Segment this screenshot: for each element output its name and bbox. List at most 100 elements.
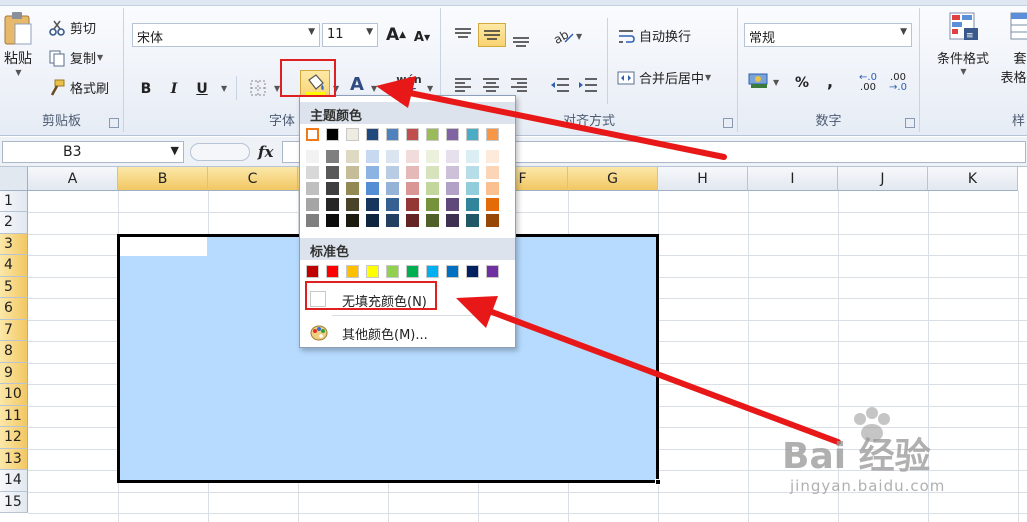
phonetic-dropdown-arrow[interactable]: ▼ bbox=[427, 84, 433, 93]
theme-shade-swatch[interactable] bbox=[426, 182, 439, 195]
font-name-dropdown-arrow[interactable]: ▼ bbox=[308, 27, 315, 37]
theme-shade-swatch[interactable] bbox=[386, 166, 399, 179]
standard-color-swatch[interactable] bbox=[326, 265, 339, 278]
theme-shade-swatch[interactable] bbox=[346, 150, 359, 163]
row-header-8[interactable]: 8 bbox=[0, 341, 28, 363]
name-box[interactable]: B3 ▼ bbox=[2, 141, 184, 163]
column-header-a[interactable]: A bbox=[28, 167, 118, 191]
row-header-14[interactable]: 14 bbox=[0, 470, 28, 492]
standard-color-swatch[interactable] bbox=[306, 265, 319, 278]
format-as-table-button[interactable]: 套 表格格 bbox=[1000, 10, 1027, 86]
theme-shade-swatch[interactable] bbox=[406, 182, 419, 195]
number-dialog-launcher[interactable]: . bbox=[905, 118, 915, 128]
theme-color-swatch[interactable] bbox=[426, 128, 439, 141]
border-icon[interactable] bbox=[249, 79, 267, 97]
theme-shade-swatch[interactable] bbox=[486, 214, 499, 227]
copy-dropdown-arrow[interactable]: ▼ bbox=[97, 53, 103, 62]
format-painter-button[interactable]: 格式刷 bbox=[48, 78, 109, 97]
wrap-text-button[interactable]: 自动换行 bbox=[617, 26, 691, 45]
theme-shade-swatch[interactable] bbox=[326, 198, 339, 211]
theme-shade-swatch[interactable] bbox=[306, 182, 319, 195]
theme-shade-swatch[interactable] bbox=[346, 182, 359, 195]
select-all-corner[interactable] bbox=[0, 167, 28, 191]
theme-color-swatch[interactable] bbox=[406, 128, 419, 141]
row-header-6[interactable]: 6 bbox=[0, 298, 28, 320]
row-header-3[interactable]: 3 bbox=[0, 234, 28, 255]
theme-color-swatch[interactable] bbox=[326, 128, 339, 141]
standard-color-swatch[interactable] bbox=[366, 265, 379, 278]
standard-color-swatch[interactable] bbox=[466, 265, 479, 278]
theme-shade-swatch[interactable] bbox=[466, 150, 479, 163]
theme-shade-swatch[interactable] bbox=[406, 150, 419, 163]
row-header-11[interactable]: 11 bbox=[0, 406, 28, 427]
theme-shade-swatch[interactable] bbox=[306, 150, 319, 163]
more-colors-menu-item[interactable]: 其他颜色(M)... bbox=[301, 319, 515, 345]
insert-function-button[interactable]: fx bbox=[258, 143, 273, 161]
name-box-dropdown-arrow[interactable]: ▼ bbox=[171, 144, 179, 157]
theme-shade-swatch[interactable] bbox=[386, 150, 399, 163]
theme-color-swatch[interactable] bbox=[346, 128, 359, 141]
column-header-b[interactable]: B bbox=[118, 167, 208, 191]
theme-shade-swatch[interactable] bbox=[426, 166, 439, 179]
orientation-icon[interactable]: ab bbox=[551, 26, 575, 46]
theme-shade-swatch[interactable] bbox=[406, 166, 419, 179]
theme-shade-swatch[interactable] bbox=[306, 198, 319, 211]
theme-color-swatch[interactable] bbox=[466, 128, 479, 141]
theme-shade-swatch[interactable] bbox=[366, 214, 379, 227]
shrink-font-button[interactable]: A ▼ bbox=[410, 26, 434, 48]
align-middle-button[interactable] bbox=[478, 23, 506, 47]
copy-button[interactable]: 复制 ▼ bbox=[48, 48, 103, 67]
row-header-15[interactable]: 15 bbox=[0, 492, 28, 513]
theme-shade-swatch[interactable] bbox=[446, 182, 459, 195]
column-header-k[interactable]: K bbox=[928, 167, 1018, 191]
underline-dropdown-arrow[interactable]: ▼ bbox=[221, 84, 227, 93]
font-color-dropdown-arrow[interactable]: ▼ bbox=[371, 84, 377, 93]
theme-shade-swatch[interactable] bbox=[326, 214, 339, 227]
paste-button[interactable]: 粘贴 ▼ bbox=[0, 10, 36, 77]
number-format-combo[interactable]: 常规 ▼ bbox=[744, 23, 912, 47]
theme-shade-swatch[interactable] bbox=[406, 198, 419, 211]
bold-button[interactable]: B bbox=[134, 78, 158, 100]
theme-shade-swatch[interactable] bbox=[446, 166, 459, 179]
standard-color-swatch[interactable] bbox=[446, 265, 459, 278]
orientation-dropdown-arrow[interactable]: ▼ bbox=[576, 32, 582, 41]
align-bottom-icon[interactable] bbox=[511, 28, 531, 48]
row-header-7[interactable]: 7 bbox=[0, 320, 28, 341]
theme-shade-swatch[interactable] bbox=[486, 182, 499, 195]
theme-color-swatch[interactable] bbox=[386, 128, 399, 141]
theme-shade-swatch[interactable] bbox=[466, 182, 479, 195]
theme-shade-swatch[interactable] bbox=[346, 166, 359, 179]
column-header-j[interactable]: J bbox=[838, 167, 928, 191]
row-header-13[interactable]: 13 bbox=[0, 449, 28, 470]
fill-handle[interactable] bbox=[655, 479, 661, 485]
theme-color-swatch[interactable] bbox=[306, 128, 319, 141]
theme-shade-swatch[interactable] bbox=[486, 166, 499, 179]
theme-shade-swatch[interactable] bbox=[486, 150, 499, 163]
theme-shade-swatch[interactable] bbox=[426, 214, 439, 227]
theme-shade-swatch[interactable] bbox=[346, 198, 359, 211]
decrease-indent-icon[interactable] bbox=[549, 76, 571, 94]
row-header-4[interactable]: 4 bbox=[0, 255, 28, 277]
theme-shade-swatch[interactable] bbox=[366, 150, 379, 163]
theme-shade-swatch[interactable] bbox=[426, 150, 439, 163]
align-right-icon[interactable] bbox=[509, 76, 529, 94]
theme-shade-swatch[interactable] bbox=[306, 166, 319, 179]
theme-shade-swatch[interactable] bbox=[486, 198, 499, 211]
standard-color-swatch[interactable] bbox=[346, 265, 359, 278]
theme-color-swatch[interactable] bbox=[366, 128, 379, 141]
theme-shade-swatch[interactable] bbox=[326, 150, 339, 163]
cut-button[interactable]: 剪切 bbox=[48, 18, 96, 37]
underline-button[interactable]: U bbox=[190, 78, 214, 100]
increase-decimal-button[interactable]: ←.0 .00 bbox=[856, 72, 880, 94]
align-center-icon[interactable] bbox=[481, 76, 501, 94]
theme-shade-swatch[interactable] bbox=[466, 166, 479, 179]
theme-shade-swatch[interactable] bbox=[446, 214, 459, 227]
theme-shade-swatch[interactable] bbox=[326, 166, 339, 179]
row-header-2[interactable]: 2 bbox=[0, 212, 28, 234]
theme-shade-swatch[interactable] bbox=[366, 166, 379, 179]
theme-shade-swatch[interactable] bbox=[306, 214, 319, 227]
theme-shade-swatch[interactable] bbox=[366, 198, 379, 211]
merge-center-button[interactable]: 合并后居中 ▼ bbox=[617, 68, 711, 87]
align-top-icon[interactable] bbox=[453, 26, 473, 44]
clipboard-dialog-launcher[interactable]: . bbox=[109, 118, 119, 128]
